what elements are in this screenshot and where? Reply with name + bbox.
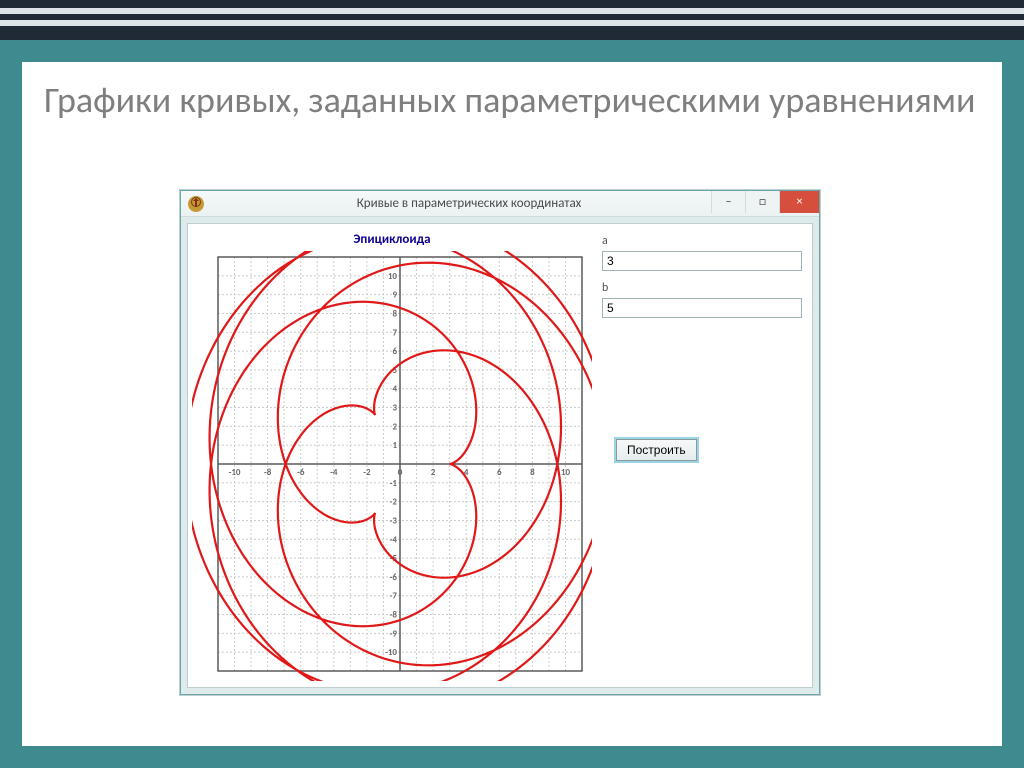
svg-text:1: 1 xyxy=(392,440,397,451)
label-a: a xyxy=(602,234,804,248)
field-b: b xyxy=(602,281,804,318)
maximize-button[interactable]: □ xyxy=(745,191,779,213)
svg-text:-7: -7 xyxy=(390,591,398,602)
svg-text:6: 6 xyxy=(497,467,502,478)
svg-text:10: 10 xyxy=(561,467,571,478)
svg-text:-4: -4 xyxy=(330,467,338,478)
svg-text:-1: -1 xyxy=(390,478,398,489)
titlebar: Кривые в параметрических координатах – □… xyxy=(181,191,819,217)
svg-text:-9: -9 xyxy=(390,628,398,639)
svg-text:-6: -6 xyxy=(390,572,398,583)
close-button[interactable]: × xyxy=(779,191,819,213)
client-area: Эпициклоида -10 -8 -6 -4 -2 0 2 4 6 8 10 -10 -9 -8 -7 -… xyxy=(187,223,813,688)
svg-text:0: 0 xyxy=(398,467,403,478)
svg-text:8: 8 xyxy=(392,308,397,319)
svg-text:-6: -6 xyxy=(297,467,305,478)
field-a: a xyxy=(602,234,804,271)
svg-text:8: 8 xyxy=(530,467,535,478)
svg-text:-8: -8 xyxy=(390,610,398,621)
app-window: Кривые в параметрических координатах – □… xyxy=(180,190,820,695)
app-icon xyxy=(187,195,205,213)
chart-svg: -10-8-6-4-20246810-10-9-8-7-6-5-4-3-2-11… xyxy=(192,251,592,681)
parameter-panel: a b xyxy=(602,234,804,328)
svg-text:3: 3 xyxy=(392,403,397,414)
plot-button[interactable]: Построить xyxy=(616,439,697,461)
svg-text:-2: -2 xyxy=(390,497,398,508)
svg-text:6: 6 xyxy=(392,346,397,357)
svg-text:-8: -8 xyxy=(264,467,272,478)
chart-area: Эпициклоида -10 -8 -6 -4 -2 0 2 4 6 8 10 -10 -9 -8 -7 -… xyxy=(192,232,592,681)
svg-text:4: 4 xyxy=(392,384,397,395)
slide-top-decoration xyxy=(0,0,1024,40)
label-b: b xyxy=(602,281,804,295)
svg-text:-10: -10 xyxy=(385,647,397,658)
chart-title: Эпициклоида xyxy=(192,232,592,247)
svg-text:-2: -2 xyxy=(363,467,371,478)
svg-text:2: 2 xyxy=(392,421,397,432)
input-b[interactable] xyxy=(602,298,802,318)
svg-text:7: 7 xyxy=(392,327,397,338)
svg-text:-3: -3 xyxy=(390,515,398,526)
svg-text:-4: -4 xyxy=(390,534,398,545)
svg-text:10: 10 xyxy=(388,271,398,282)
svg-text:9: 9 xyxy=(392,290,397,301)
input-a[interactable] xyxy=(602,251,802,271)
svg-text:-10: -10 xyxy=(229,467,241,478)
minimize-button[interactable]: – xyxy=(711,191,745,213)
svg-text:2: 2 xyxy=(431,467,436,478)
window-buttons: – □ × xyxy=(711,191,819,213)
slide-title: Графики кривых, заданных параметрическим… xyxy=(44,80,980,121)
